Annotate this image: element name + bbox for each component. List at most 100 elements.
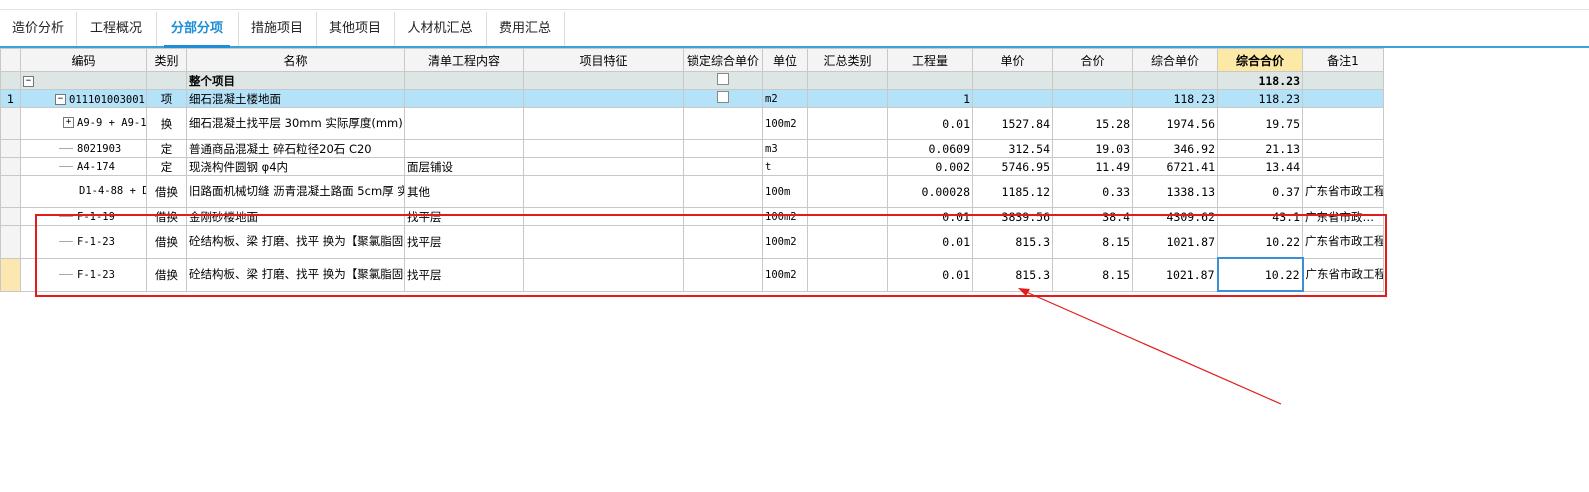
code-cell[interactable]: −011101003001 [20,89,147,108]
unit-cell[interactable]: 100m2 [762,225,808,259]
content-cell[interactable] [404,107,524,140]
col-header-amount[interactable]: 合价 [1052,48,1133,72]
lock-checkbox[interactable] [717,91,729,103]
amount-cell[interactable]: 38.4 [1052,207,1133,226]
col-header-name[interactable]: 名称 [186,48,405,72]
collapse-icon[interactable]: − [55,93,66,105]
tab-cost-analysis[interactable]: 造价分析 [0,12,77,46]
type-cell[interactable]: 借换 [146,225,187,259]
total-cell[interactable]: 10.22 [1217,225,1303,259]
table-row[interactable]: F-1-23 借换 砼结构板、梁 打磨、找平 换为【聚氯脂固化剂】 找平层 10… [0,225,1384,259]
content-cell[interactable]: 其他 [404,175,524,208]
code-cell[interactable]: F-1-19 [20,207,147,226]
name-cell[interactable]: 旧路面机械切缝 沥青混凝土路面 5cm厚 实际厚度(cm):6 [186,175,405,208]
code-cell[interactable]: A4-174 [20,157,147,176]
unit-cell[interactable]: m3 [762,139,808,158]
qty-cell[interactable]: 0.01 [887,207,973,226]
col-header-price[interactable]: 单价 [972,48,1053,72]
col-header-qty[interactable]: 工程量 [887,48,973,72]
qty-cell[interactable]: 0.01 [887,257,973,292]
type-cell[interactable]: 定 [146,157,187,176]
note-cell[interactable]: 广东省市政工程综合定额… [1302,257,1384,292]
type-cell[interactable]: 借换 [146,175,187,208]
code-cell[interactable]: +A9-9 + A9-10 * 6 [20,107,147,140]
note-cell[interactable] [1302,139,1384,158]
total-cell-active[interactable]: 10.22 [1216,257,1304,292]
code-cell[interactable]: D1-4-88 + D1-4-89 [20,175,147,208]
col-header-total[interactable]: 综合合价 [1217,48,1303,72]
amount-cell[interactable]: 0.33 [1052,175,1133,208]
name-cell[interactable]: 砼结构板、梁 打磨、找平 换为【聚氯脂固化剂】 [186,257,405,292]
total-cell[interactable]: 118.23 [1217,89,1303,108]
table-row[interactable]: F-1-19 借换 金刚砂楼地面 找平层 100m2 0.01 3839.56 … [0,207,1384,226]
total-cell[interactable]: 13.44 [1217,157,1303,176]
unit-cell[interactable]: 100m2 [762,257,808,292]
table-row[interactable]: 8021903 定 普通商品混凝土 碎石粒径20石 C20 m3 0.0609 … [0,139,1384,158]
price-cell[interactable]: 312.54 [972,139,1053,158]
col-header-feature[interactable]: 项目特征 [523,48,684,72]
tab-measures[interactable]: 措施项目 [238,12,317,46]
unit-total-cell[interactable]: 346.92 [1132,139,1218,158]
col-header-code[interactable]: 编码 [20,48,147,72]
amount-cell[interactable]: 11.49 [1052,157,1133,176]
tab-other-items[interactable]: 其他项目 [316,12,395,46]
total-cell[interactable]: 21.13 [1217,139,1303,158]
unit-total-cell[interactable]: 118.23 [1132,89,1218,108]
total-cell[interactable]: 19.75 [1217,107,1303,140]
code-cell[interactable]: F-1-23 [20,257,147,292]
code-cell[interactable]: 8021903 [20,139,147,158]
price-cell[interactable]: 1185.12 [972,175,1053,208]
content-cell[interactable] [404,139,524,158]
qty-cell[interactable]: 1 [887,89,973,108]
qty-cell[interactable]: 0.00028 [887,175,973,208]
qty-cell[interactable]: 0.01 [887,225,973,259]
type-cell[interactable]: 借换 [146,207,187,226]
content-cell[interactable]: 找平层 [404,257,524,292]
amount-cell[interactable]: 15.28 [1052,107,1133,140]
content-cell[interactable]: 找平层 [404,207,524,226]
note-cell[interactable]: 广东省市政工程综合定额… [1302,225,1384,259]
col-header-summary-type[interactable]: 汇总类别 [807,48,888,72]
col-header-note[interactable]: 备注1 [1302,48,1384,72]
code-cell[interactable]: − [20,71,147,90]
name-cell[interactable]: 普通商品混凝土 碎石粒径20石 C20 [186,139,405,158]
table-row[interactable]: D1-4-88 + D1-4-89 借换 旧路面机械切缝 沥青混凝土路面 5cm… [0,175,1384,208]
note-cell[interactable] [1302,157,1384,176]
note-cell[interactable]: 广东省市政工程综合定额… [1302,175,1384,208]
name-cell[interactable]: 细石混凝土楼地面 [186,89,405,108]
name-cell[interactable]: 现浇构件圆钢 φ4内 [186,157,405,176]
amount-cell[interactable]: 19.03 [1052,139,1133,158]
type-cell[interactable]: 借换 [146,257,187,292]
table-row[interactable]: A4-174 定 现浇构件圆钢 φ4内 面层铺设 t 0.002 5746.95… [0,157,1384,176]
col-header-unit[interactable]: 单位 [762,48,808,72]
price-cell[interactable]: 815.3 [972,257,1053,292]
table-row-selected[interactable]: F-1-23 借换 砼结构板、梁 打磨、找平 换为【聚氯脂固化剂】 找平层 10… [0,257,1384,292]
unit-cell[interactable]: 100m [762,175,808,208]
type-cell[interactable]: 项 [146,89,187,108]
tab-fee-summary[interactable]: 费用汇总 [486,12,565,46]
tab-sub-items[interactable]: 分部分项 [156,12,239,48]
type-cell[interactable]: 换 [146,107,187,140]
price-cell[interactable]: 3839.56 [972,207,1053,226]
unit-total-cell[interactable]: 6721.41 [1132,157,1218,176]
content-cell[interactable]: 面层铺设 [404,157,524,176]
tab-project-overview[interactable]: 工程概况 [76,12,157,46]
unit-total-cell[interactable]: 4309.62 [1132,207,1218,226]
lock-checkbox[interactable] [717,73,729,85]
code-cell[interactable]: F-1-23 [20,225,147,259]
amount-cell[interactable]: 8.15 [1052,257,1133,292]
qty-cell[interactable]: 0.0609 [887,139,973,158]
unit-cell[interactable]: t [762,157,808,176]
unit-cell[interactable]: 100m2 [762,107,808,140]
total-cell[interactable]: 118.23 [1217,71,1303,90]
amount-cell[interactable]: 8.15 [1052,225,1133,259]
col-header-type[interactable]: 类别 [146,48,187,72]
col-header-unit-total[interactable]: 综合单价 [1132,48,1218,72]
unit-total-cell[interactable]: 1338.13 [1132,175,1218,208]
col-header-content[interactable]: 清单工程内容 [404,48,524,72]
table-row[interactable]: +A9-9 + A9-10 * 6 换 细石混凝土找平层 30mm 实际厚度(m… [0,107,1384,140]
type-cell[interactable]: 定 [146,139,187,158]
table-row-item[interactable]: 1 −011101003001 项 细石混凝土楼地面 m2 1 118.23 1… [0,89,1384,108]
name-cell[interactable]: 整个项目 [186,71,405,90]
unit-cell[interactable]: m2 [762,89,808,108]
